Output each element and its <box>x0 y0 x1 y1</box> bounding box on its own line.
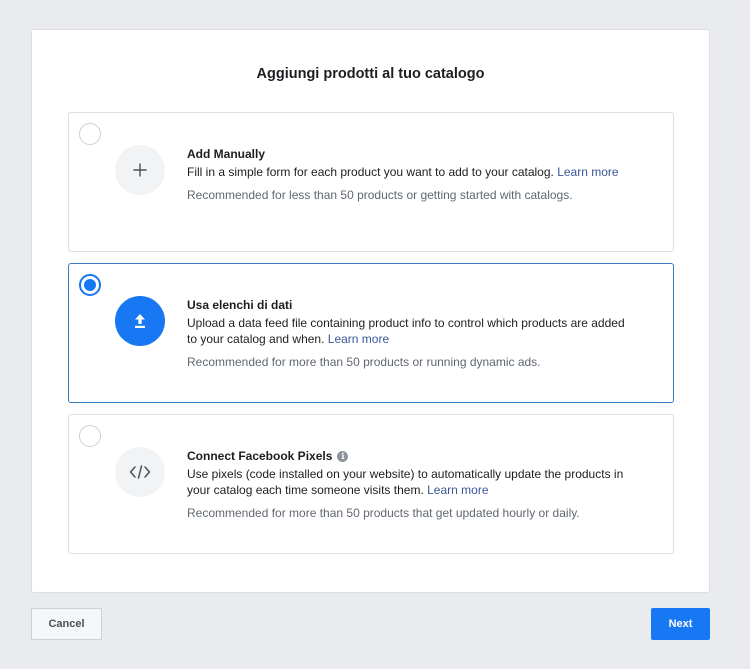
upload-icon <box>115 296 165 346</box>
option-title: Connect Facebook Pixels i <box>187 448 637 464</box>
option-data-feed[interactable]: Usa elenchi di dati Upload a data feed f… <box>68 263 674 403</box>
option-recommendation: Recommended for less than 50 products or… <box>187 188 573 202</box>
option-title: Usa elenchi di dati <box>187 298 293 312</box>
option-recommendation: Recommended for more than 50 products or… <box>187 355 541 369</box>
option-description: Upload a data feed file containing produ… <box>187 315 637 347</box>
code-icon <box>115 447 165 497</box>
radio-data-feed[interactable] <box>79 274 101 296</box>
option-description: Use pixels (code installed on your websi… <box>187 466 637 498</box>
learn-more-link[interactable]: Learn more <box>328 332 389 346</box>
option-add-manually[interactable]: Add Manually Fill in a simple form for e… <box>68 112 674 252</box>
option-title: Add Manually <box>187 147 266 161</box>
next-button[interactable]: Next <box>651 608 710 640</box>
dialog-panel: Aggiungi prodotti al tuo catalogo Add Ma… <box>31 29 710 593</box>
option-text: Connect Facebook Pixels i Use pixels (co… <box>187 448 637 521</box>
option-description: Fill in a simple form for each product y… <box>187 164 637 180</box>
option-description-text: Upload a data feed file containing produ… <box>187 316 625 346</box>
radio-facebook-pixels[interactable] <box>79 425 101 447</box>
radio-add-manually[interactable] <box>79 123 101 145</box>
option-description-text: Fill in a simple form for each product y… <box>187 165 554 179</box>
dialog-title: Aggiungi prodotti al tuo catalogo <box>256 66 485 82</box>
option-text: Add Manually Fill in a simple form for e… <box>187 146 637 203</box>
learn-more-link[interactable]: Learn more <box>427 483 488 497</box>
learn-more-link[interactable]: Learn more <box>557 165 618 179</box>
option-facebook-pixels[interactable]: Connect Facebook Pixels i Use pixels (co… <box>68 414 674 554</box>
option-text: Usa elenchi di dati Upload a data feed f… <box>187 297 637 370</box>
plus-icon <box>115 145 165 195</box>
info-icon[interactable]: i <box>337 450 349 462</box>
option-title-text: Connect Facebook Pixels <box>187 449 333 463</box>
option-description-text: Use pixels (code installed on your websi… <box>187 467 624 497</box>
cancel-button[interactable]: Cancel <box>31 608 102 640</box>
option-recommendation: Recommended for more than 50 products th… <box>187 506 580 520</box>
